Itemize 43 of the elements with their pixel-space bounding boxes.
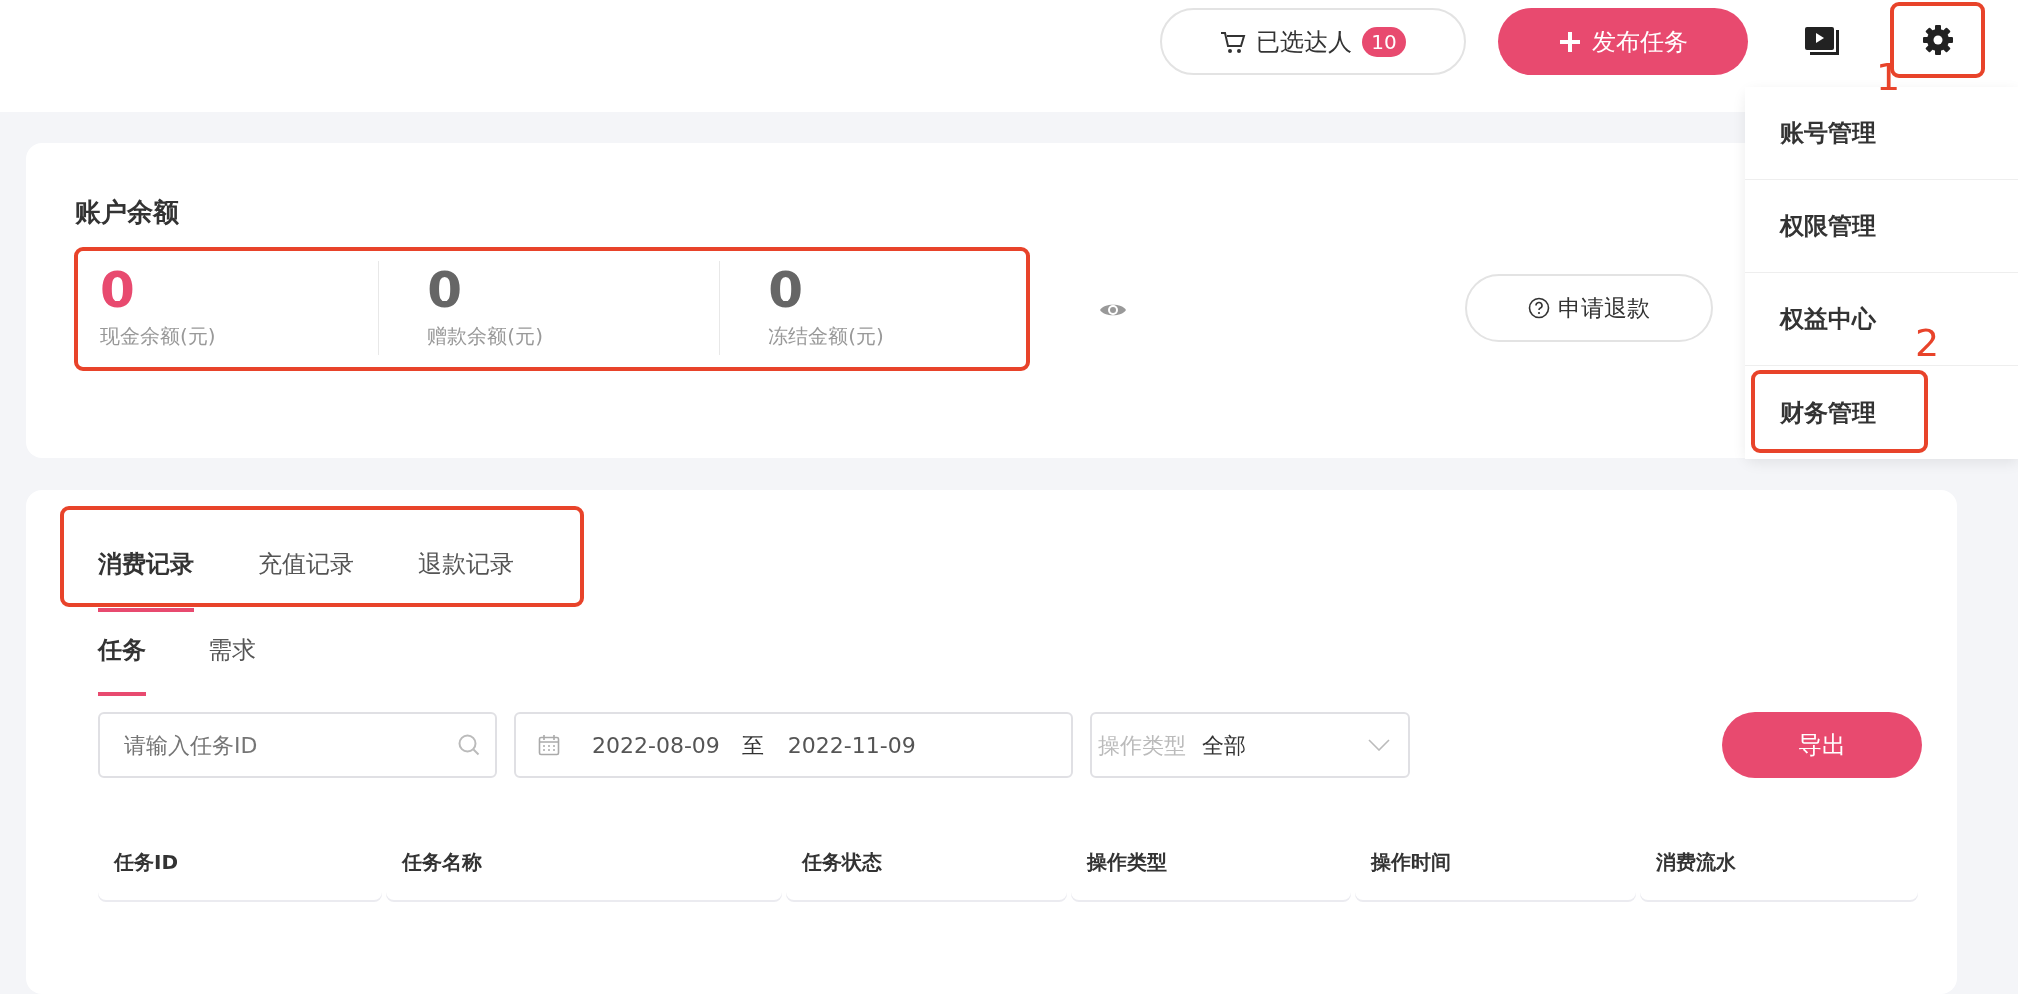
- record-tab[interactable]: 充值记录: [258, 528, 354, 612]
- export-button[interactable]: 导出: [1722, 712, 1922, 778]
- balance-amount: 0: [427, 265, 464, 315]
- menu-item[interactable]: 财务管理: [1745, 366, 2018, 459]
- balance-label: 赠款余额(元): [427, 323, 544, 350]
- card-title: 账户余额: [75, 196, 180, 229]
- balance-label: 冻结金额(元): [768, 323, 885, 350]
- search-field[interactable]: 请输入任务ID: [98, 712, 497, 778]
- publish-task-button[interactable]: 发布任务: [1498, 8, 1748, 75]
- column-header: 任务ID: [98, 824, 382, 900]
- refund-button[interactable]: 申请退款: [1465, 274, 1713, 342]
- date-range-field[interactable]: 2022-08-09 至 2022-11-09: [514, 712, 1073, 778]
- record-tab[interactable]: 退款记录: [418, 528, 514, 612]
- help-icon: [1528, 297, 1550, 319]
- cart-icon: [1220, 29, 1247, 54]
- balance-amount: 0: [768, 265, 805, 315]
- operation-type-select[interactable]: 操作类型 全部: [1090, 712, 1410, 778]
- video-icon: [1804, 25, 1840, 58]
- select-value: 全部: [1202, 731, 1247, 760]
- column-header: 操作时间: [1355, 824, 1636, 900]
- column-header: 任务名称: [386, 824, 782, 900]
- balance-amount: 0: [100, 265, 136, 315]
- settings-icon: [1922, 24, 1954, 56]
- date-separator: 至: [741, 731, 764, 760]
- date-start: 2022-08-09: [592, 731, 720, 760]
- date-end: 2022-11-09: [787, 731, 916, 760]
- plus-icon: [1558, 29, 1582, 54]
- chevron-down-icon: [1368, 739, 1390, 751]
- record-tab[interactable]: 消费记录: [98, 528, 194, 612]
- calendar-icon: [538, 734, 560, 756]
- selected-creators-button[interactable]: 已选达人 10: [1160, 8, 1466, 75]
- column-header: 操作类型: [1071, 824, 1351, 900]
- search-icon: [457, 733, 481, 757]
- sub-tab[interactable]: 需求: [208, 632, 256, 696]
- sub-tab[interactable]: 任务: [98, 632, 146, 696]
- column-header: 任务状态: [786, 824, 1067, 900]
- button-label: 已选达人: [1256, 26, 1353, 58]
- select-label: 操作类型: [1098, 731, 1186, 760]
- menu-item[interactable]: 权限管理: [1745, 180, 2018, 273]
- column-header: 消费流水: [1640, 824, 1918, 900]
- count-badge: 10: [1362, 26, 1406, 57]
- balance-label: 现金余额(元): [100, 323, 217, 350]
- annotation-number: 2: [1915, 324, 1940, 362]
